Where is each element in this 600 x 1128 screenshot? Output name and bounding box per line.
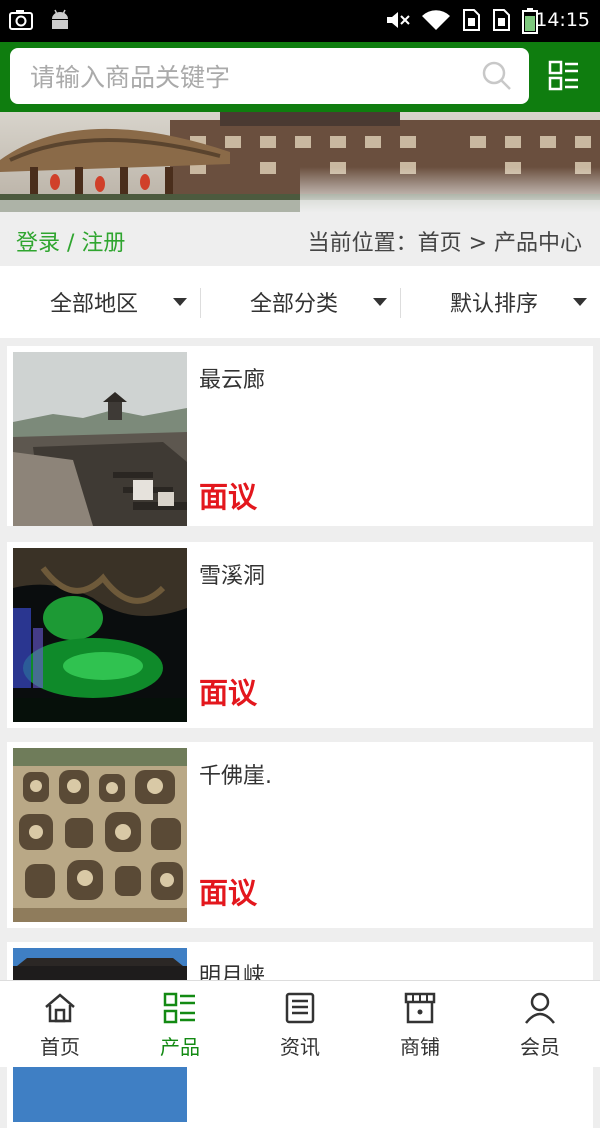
scenic-pavilion-photo (0, 112, 600, 212)
product-name[interactable]: 千佛崖. (199, 758, 272, 790)
filter-label: 全部分类 (250, 292, 339, 317)
filter-label: 全部地区 (50, 292, 139, 317)
product-name[interactable]: 最云廊 (199, 362, 265, 394)
member-icon (525, 992, 555, 1024)
banner-image[interactable] (0, 112, 600, 212)
search-box[interactable] (10, 48, 529, 104)
filter-sort-dropdown[interactable]: 默认排序 (400, 266, 600, 338)
news-icon (285, 992, 315, 1024)
divider (400, 288, 401, 318)
sim-icon (463, 9, 480, 31)
filter-label: 默认排序 (450, 292, 539, 317)
product-thumbnail[interactable] (13, 748, 187, 922)
home-icon (45, 993, 75, 1023)
product-thumbnail[interactable] (13, 352, 187, 526)
caret-down-icon (173, 298, 187, 306)
product-price: 面议 (199, 676, 258, 710)
nav-label: 产品 (160, 1035, 200, 1059)
caret-down-icon (573, 298, 587, 306)
filter-region-dropdown[interactable]: 全部地区 (0, 266, 200, 338)
nav-label: 商铺 (400, 1035, 440, 1059)
product-name[interactable]: 雪溪洞 (199, 558, 265, 590)
product-price: 面议 (199, 876, 258, 910)
nav-product[interactable]: 产品 (120, 981, 240, 1068)
grid-list-icon[interactable] (548, 60, 580, 92)
nav-label: 首页 (40, 1035, 80, 1059)
wifi-icon (422, 10, 450, 30)
product-price: 面议 (199, 480, 258, 514)
login-register-link[interactable]: 登录 / 注册 (16, 225, 125, 257)
product-card[interactable]: 千佛崖. 面议 (7, 742, 593, 928)
buddha-cliff-photo (13, 748, 187, 922)
green-cave-photo (13, 548, 187, 722)
nav-news[interactable]: 资讯 (240, 981, 360, 1068)
product-card[interactable]: 雪溪洞 面议 (7, 542, 593, 728)
header (0, 42, 600, 112)
nav-label: 会员 (520, 1035, 560, 1059)
search-icon[interactable] (481, 60, 513, 92)
product-thumbnail[interactable] (13, 548, 187, 722)
ancient-town-photo (13, 352, 187, 526)
status-time: 14:15 (535, 9, 590, 31)
mute-icon (387, 12, 410, 28)
search-input[interactable] (28, 56, 472, 98)
screenshot-icon (9, 10, 33, 30)
status-bar: 14:15 (0, 0, 600, 42)
current-location: 当前位置：首页 > 产品中心 (307, 231, 582, 256)
android-icon (52, 9, 68, 29)
product-list-icon (163, 992, 195, 1024)
nav-label: 资讯 (280, 1035, 320, 1059)
sim-icon (493, 9, 510, 31)
nav-home[interactable]: 首页 (0, 981, 120, 1068)
product-card[interactable]: 最云廊 面议 (7, 346, 593, 526)
filter-category-dropdown[interactable]: 全部分类 (200, 266, 400, 338)
nav-shop[interactable]: 商铺 (360, 981, 480, 1068)
divider (200, 288, 201, 318)
filter-bar: 全部地区 全部分类 默认排序 (0, 266, 600, 338)
bottom-nav: 首页 产品 资讯 商铺 会员 (0, 980, 600, 1067)
breadcrumb: 登录 / 注册 当前位置：首页 > 产品中心 (0, 212, 600, 266)
shop-icon (404, 992, 436, 1024)
nav-member[interactable]: 会员 (480, 981, 600, 1068)
caret-down-icon (373, 298, 387, 306)
